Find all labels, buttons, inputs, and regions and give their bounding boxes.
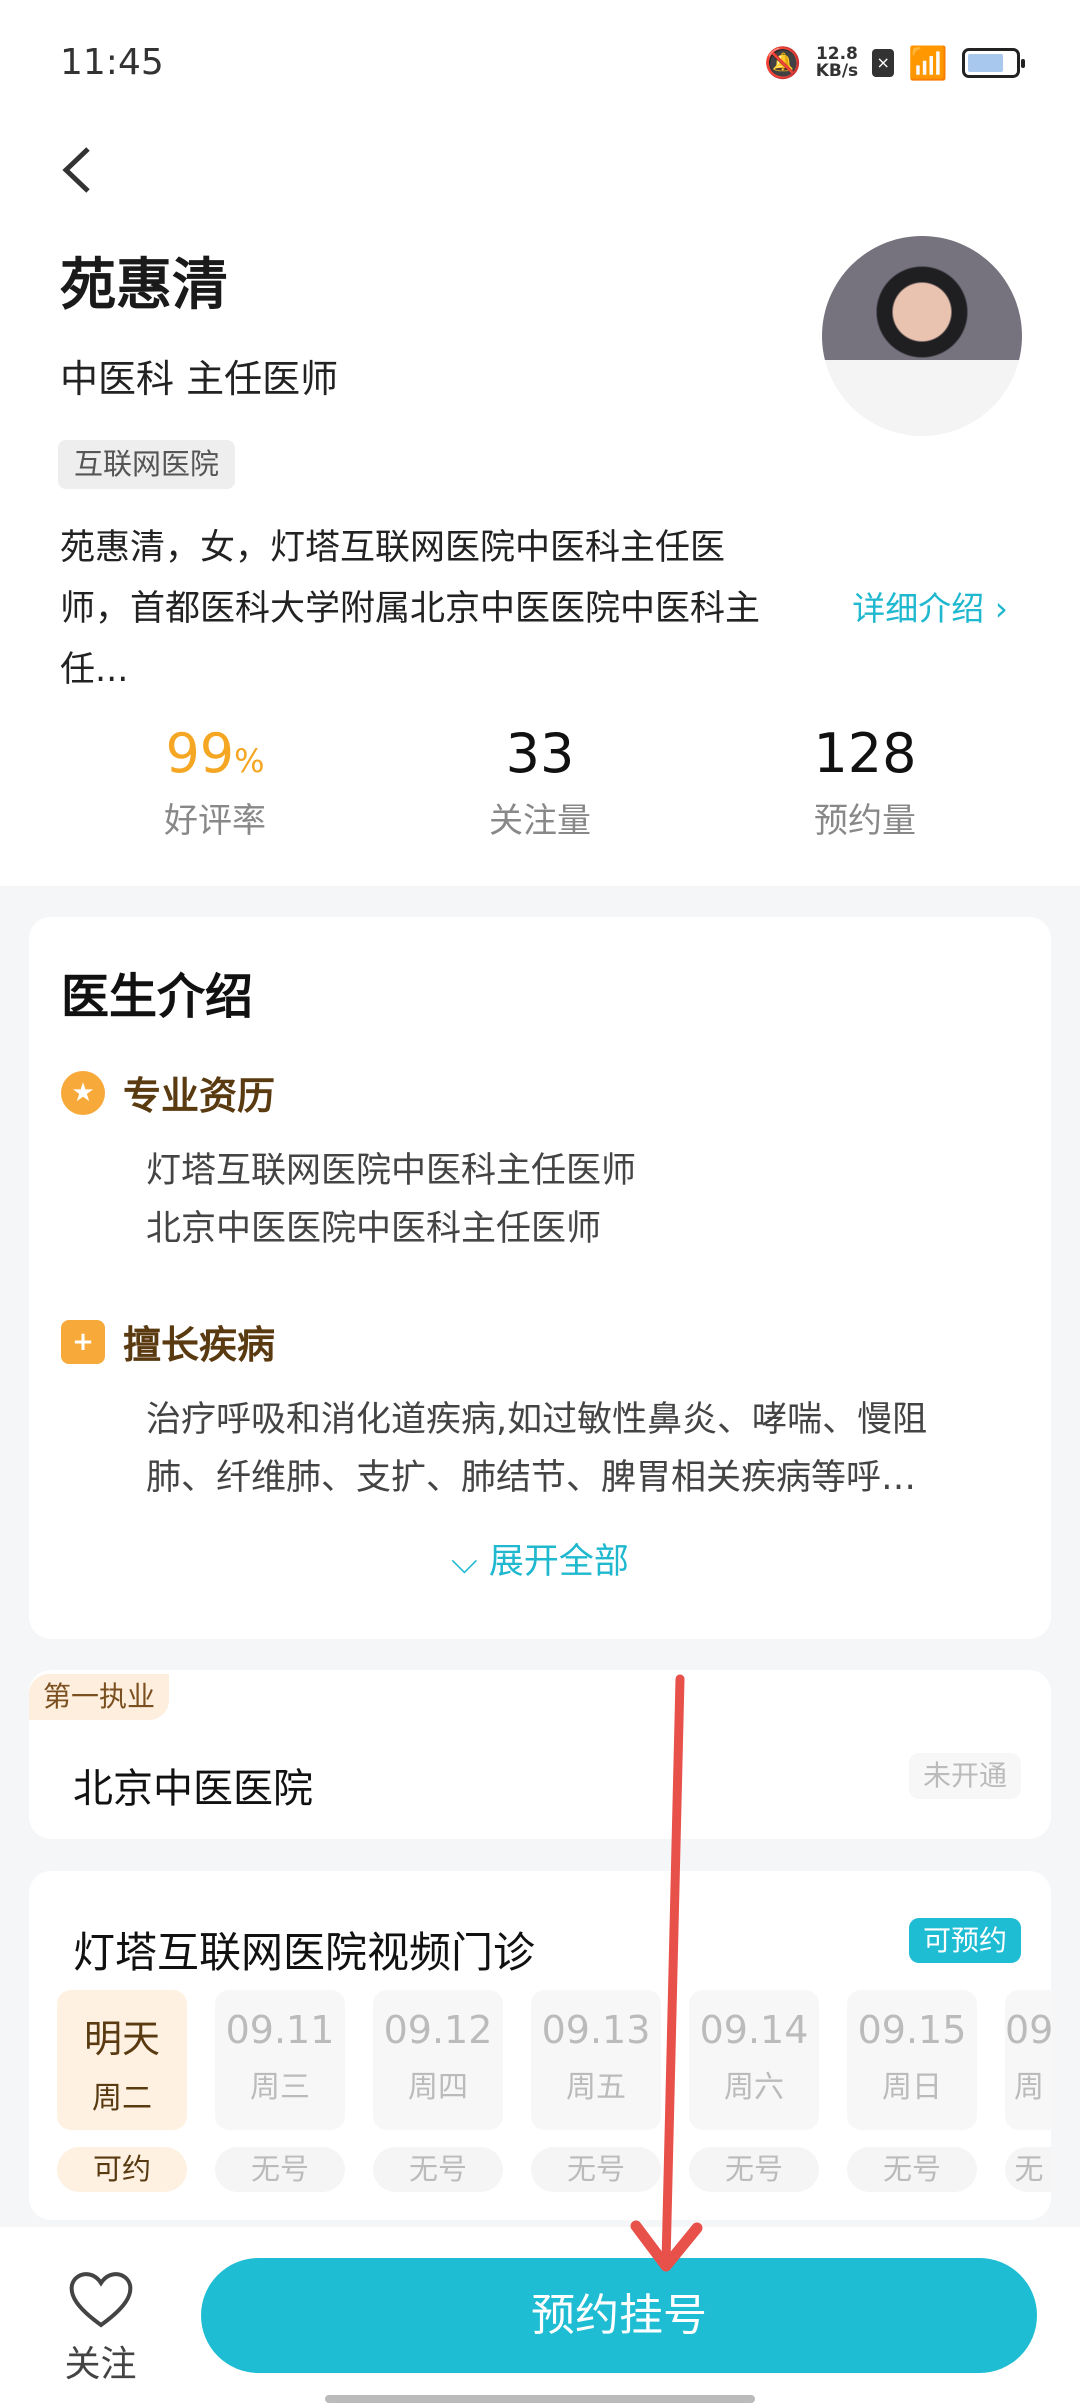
- mute-bell-icon: 🔕: [764, 45, 802, 81]
- chevron-down-icon: ⌵: [451, 1542, 478, 1582]
- chevron-left-icon: [62, 147, 90, 193]
- date-cell[interactable]: 09 周: [1005, 1990, 1053, 2130]
- weekday-label: 周六: [724, 2070, 784, 2105]
- date-cell[interactable]: 09.15 周日: [847, 1990, 977, 2130]
- doctor-title: 中医科 主任医师: [60, 357, 339, 401]
- status-icons: 🔕 12.8 KB/s × 📶: [764, 44, 1025, 82]
- date-cell[interactable]: 明天 周二: [57, 1990, 187, 2130]
- slot-status: 无号: [373, 2147, 503, 2192]
- follow-button[interactable]: 关注: [58, 2267, 143, 2387]
- bottom-bar: 关注 预约挂号: [0, 2227, 1080, 2408]
- slot-status: 无号: [531, 2147, 661, 2192]
- net-speed-unit: KB/s: [815, 61, 859, 81]
- star-badge-icon: ★: [61, 1070, 105, 1115]
- stat-rating: 99% 好评率: [164, 722, 266, 841]
- qual-line: 灯塔互联网医院中医科主任医师: [146, 1151, 637, 1191]
- spec-line: 治疗呼吸和消化道疾病,如过敏性鼻炎、哮喘、慢阻: [146, 1400, 928, 1440]
- status-time: 11:45: [60, 42, 164, 83]
- date-label: 09.12: [383, 2008, 493, 2052]
- practice-card[interactable]: 第一执业 北京中医医院 未开通: [29, 1670, 1051, 1839]
- weekday-label: 周三: [250, 2070, 310, 2105]
- avatar: [822, 236, 1022, 436]
- practice-badge: 第一执业: [29, 1674, 170, 1720]
- slot-status: 无号: [689, 2147, 819, 2192]
- home-indicator[interactable]: [325, 2395, 755, 2403]
- expand-button[interactable]: ⌵ 展开全部: [61, 1533, 1019, 1584]
- weekday-label: 周二: [92, 2081, 152, 2116]
- sim-icon: ×: [872, 49, 895, 77]
- date-cell[interactable]: 09.14 周六: [689, 1990, 819, 2130]
- intro-card: 医生介绍 ★ 专业资历 灯塔互联网医院中医科主任医师 北京中医医院中医科主任医师 …: [29, 917, 1051, 1639]
- date-cell[interactable]: 09.13 周五: [531, 1990, 661, 2130]
- date-label: 09.15: [857, 2008, 967, 2052]
- date-label: 明天: [83, 2017, 160, 2061]
- wifi-icon: 📶: [908, 44, 948, 82]
- heart-icon: [69, 2272, 132, 2328]
- medical-kit-icon: +: [61, 1319, 105, 1364]
- practice-status: 未开通: [908, 1753, 1021, 1799]
- slot-status: 可约: [57, 2147, 187, 2192]
- slot-status: 无: [1005, 2147, 1053, 2192]
- date-cell[interactable]: 09.11 周三: [215, 1990, 345, 2130]
- available-badge: 可预约: [908, 1918, 1021, 1963]
- intro-heading: 医生介绍: [61, 969, 254, 1025]
- battery-icon: [962, 48, 1025, 78]
- hospital-tag: 互联网医院: [58, 440, 236, 489]
- chevron-right-icon: ›: [994, 589, 1008, 628]
- spec-line: 肺、纤维肺、支扩、肺结节、脾胃相关疾病等呼…: [146, 1458, 917, 1498]
- qual-line: 北京中医医院中医科主任医师: [146, 1209, 602, 1249]
- doctor-header: 11:45 🔕 12.8 KB/s × 📶 苑惠清 中医科 主任医师 互联网医院 …: [0, 0, 1080, 886]
- weekday-label: 周五: [566, 2070, 626, 2105]
- date-label: 09.14: [699, 2008, 809, 2052]
- stat-follows: 33 关注量: [489, 722, 591, 841]
- practice-hospital: 北京中医医院: [73, 1766, 313, 1812]
- slot-status: 无号: [215, 2147, 345, 2192]
- back-button[interactable]: [58, 145, 98, 195]
- doctor-name: 苑惠清: [60, 253, 228, 318]
- book-button[interactable]: 预约挂号: [201, 2258, 1037, 2373]
- weekday-label: 周: [1014, 2070, 1044, 2105]
- stat-bookings: 128 预约量: [813, 722, 917, 841]
- slot-status: 无号: [847, 2147, 977, 2192]
- date-label: 09.13: [541, 2008, 651, 2052]
- video-title: 灯塔互联网医院视频门诊: [73, 1928, 536, 1977]
- date-label: 09: [1005, 2008, 1053, 2052]
- date-cell[interactable]: 09.12 周四: [373, 1990, 503, 2130]
- weekday-label: 周四: [408, 2070, 468, 2105]
- date-label: 09.11: [225, 2008, 335, 2052]
- detail-link[interactable]: 详细介绍 ›: [852, 582, 1008, 630]
- weekday-label: 周日: [882, 2070, 942, 2105]
